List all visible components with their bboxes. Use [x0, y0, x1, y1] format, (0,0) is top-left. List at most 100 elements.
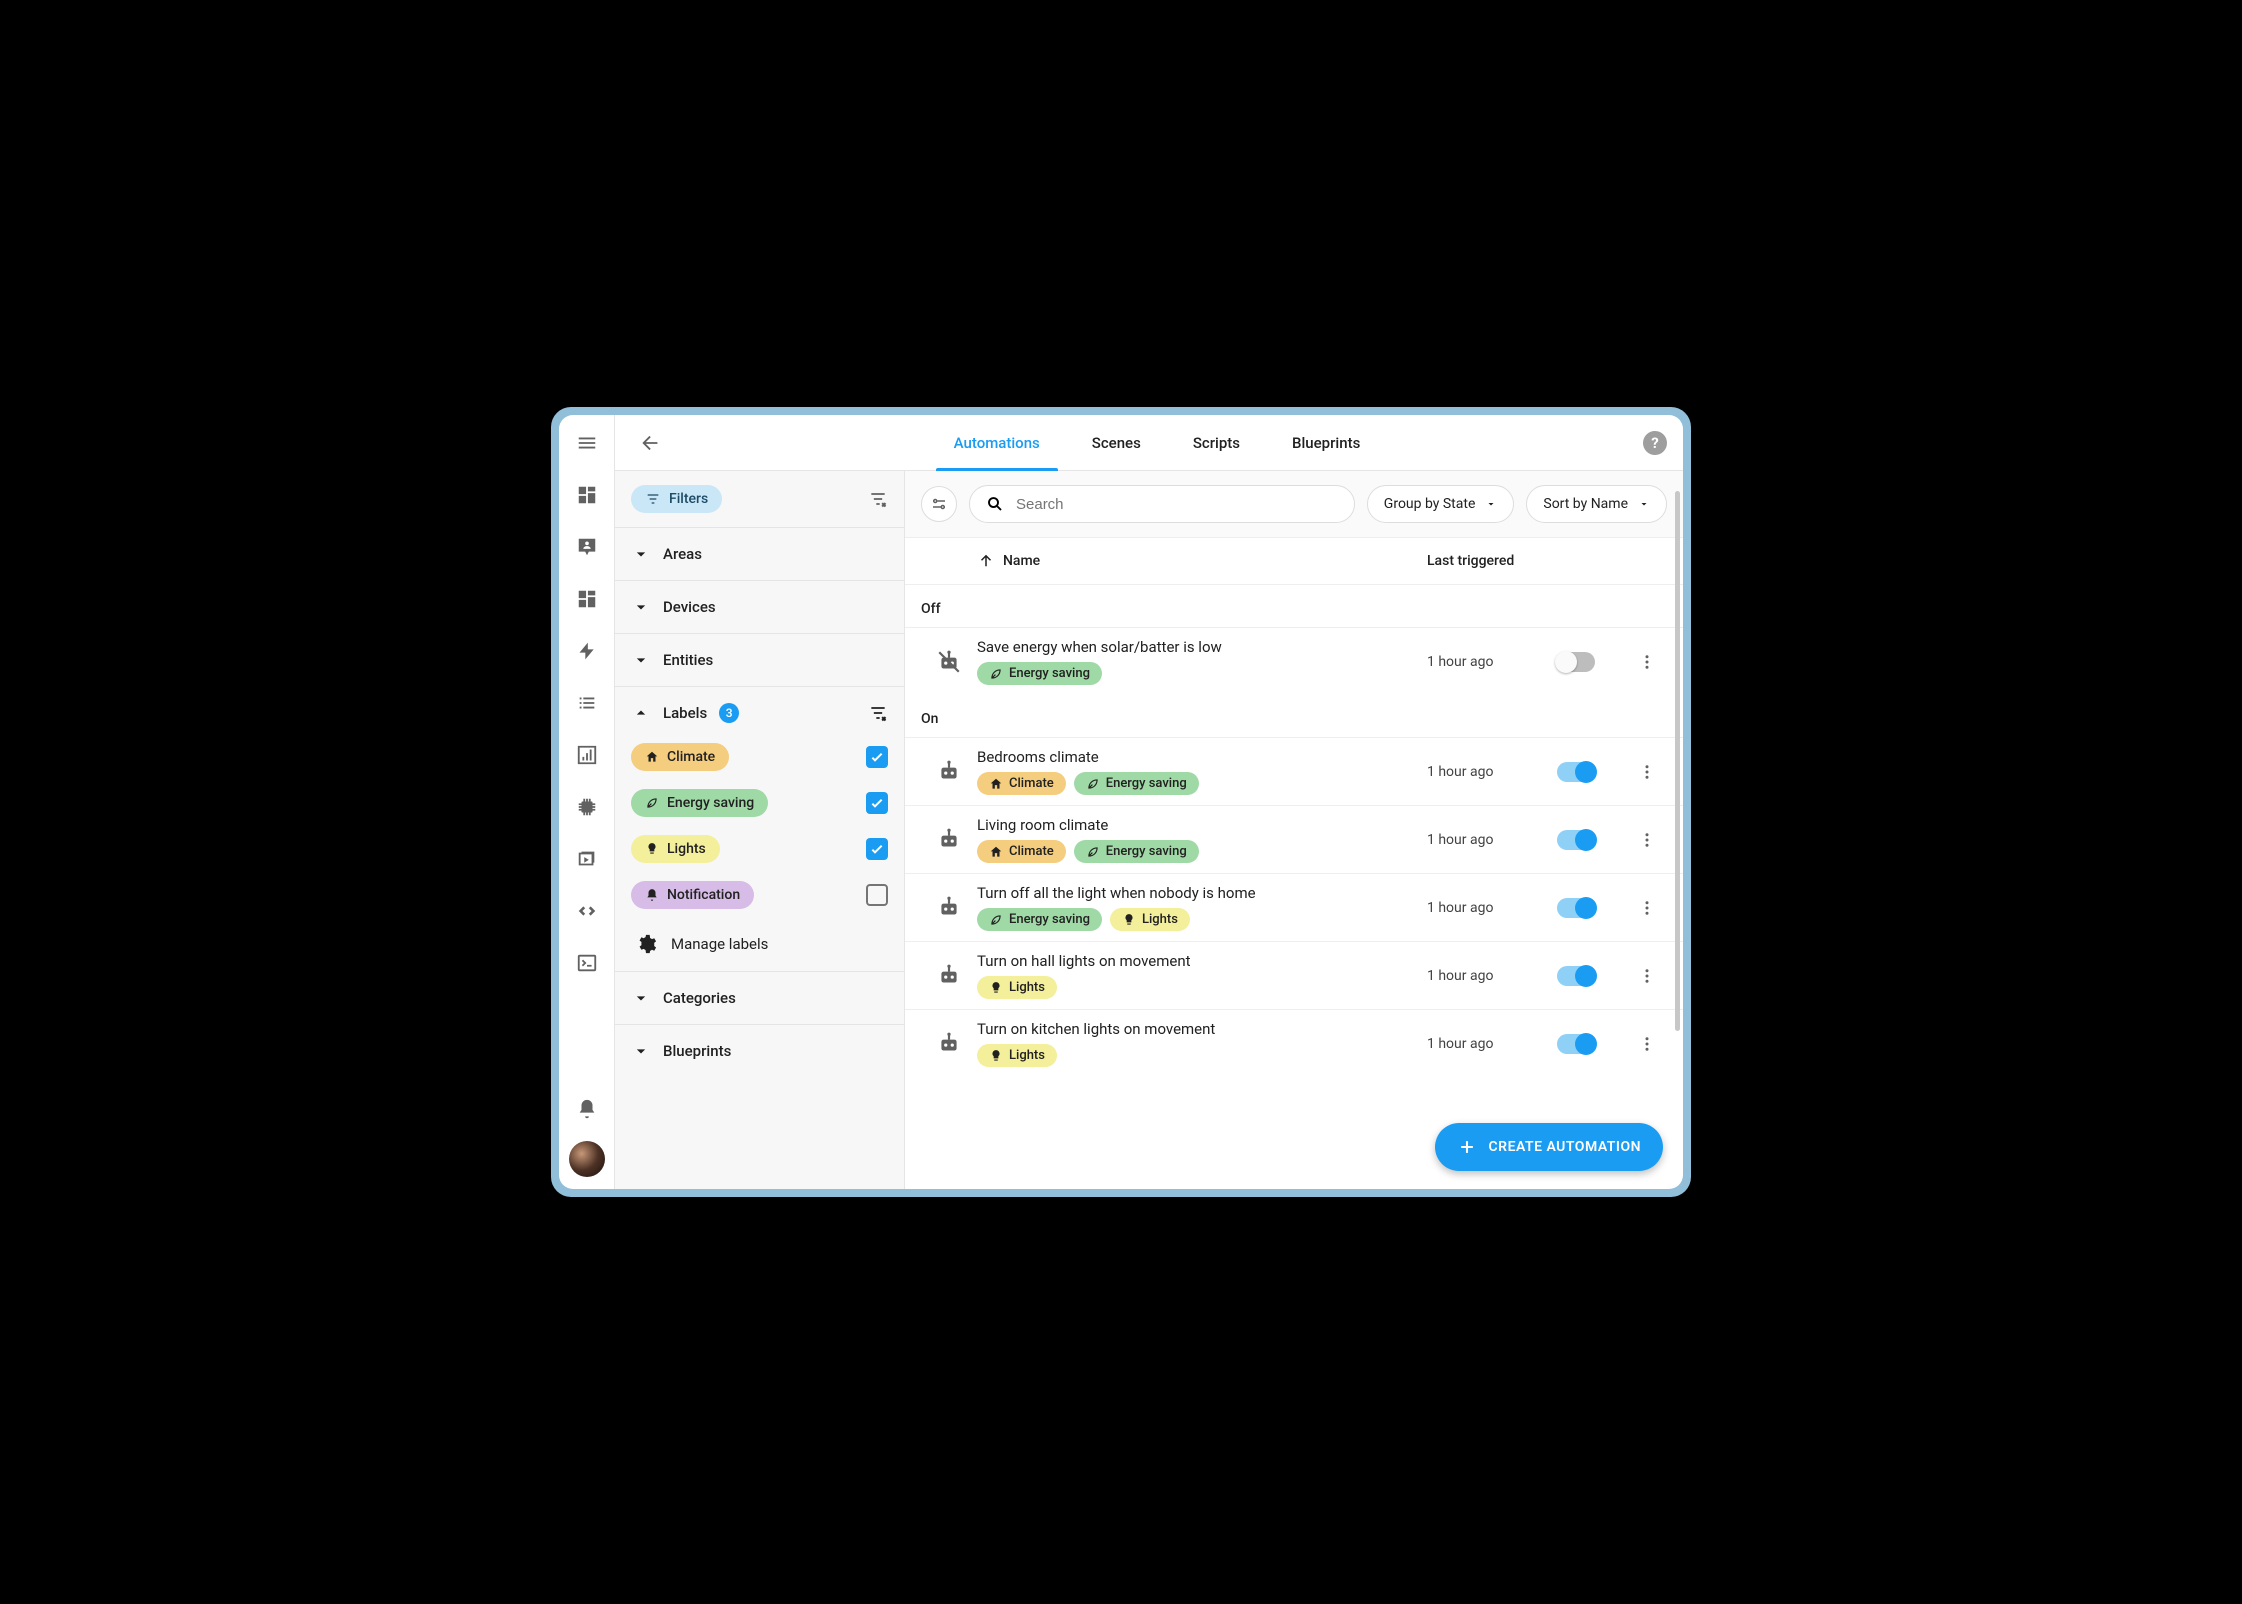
gear-icon	[635, 933, 657, 955]
label-pill: Energy saving	[977, 908, 1102, 931]
toggle[interactable]	[1557, 830, 1595, 850]
label-pill: Climate	[631, 743, 729, 771]
scrollbar[interactable]	[1675, 491, 1680, 1031]
table-row[interactable]: Turn on kitchen lights on movement Light…	[905, 1009, 1683, 1077]
bulb-icon	[989, 981, 1003, 995]
back-button[interactable]	[631, 423, 671, 463]
label-row[interactable]: Climate	[631, 743, 888, 771]
chevron-down-icon	[1485, 498, 1497, 510]
table-row[interactable]: Living room climate ClimateEnergy saving…	[905, 805, 1683, 873]
list-icon[interactable]	[567, 683, 607, 723]
dashboard-icon[interactable]	[567, 475, 607, 515]
toggle[interactable]	[1557, 898, 1595, 918]
chevron-down-icon	[631, 988, 651, 1008]
search-box[interactable]	[969, 485, 1355, 523]
bell-icon[interactable]	[567, 1089, 607, 1129]
toggle[interactable]	[1557, 652, 1595, 672]
clear-filters-icon[interactable]	[868, 489, 888, 509]
last-triggered: 1 hour ago	[1427, 968, 1557, 984]
clear-label-filters-icon[interactable]	[868, 703, 888, 723]
column-last-triggered[interactable]: Last triggered	[1427, 553, 1557, 569]
automation-name: Turn on hall lights on movement	[977, 952, 1427, 970]
leaf-icon	[989, 913, 1003, 927]
code-icon[interactable]	[567, 891, 607, 931]
section-devices[interactable]: Devices	[615, 580, 904, 633]
section-entities[interactable]: Entities	[615, 633, 904, 686]
more-icon[interactable]	[1627, 967, 1667, 985]
sort-by-select[interactable]: Sort by Name	[1526, 485, 1667, 523]
robot-icon	[921, 895, 977, 921]
label-row[interactable]: Lights	[631, 835, 888, 863]
group-header: Off	[905, 585, 1683, 627]
group-by-select[interactable]: Group by State	[1367, 485, 1515, 523]
chart-icon[interactable]	[567, 735, 607, 775]
table-header: Name Last triggered	[905, 538, 1683, 585]
terminal-icon[interactable]	[567, 943, 607, 983]
checkbox[interactable]	[866, 792, 888, 814]
tab-blueprints[interactable]: Blueprints	[1292, 415, 1360, 471]
bulb-icon	[1122, 913, 1136, 927]
label-pill: Energy saving	[631, 789, 768, 817]
content: Automations Scenes Scripts Blueprints ? …	[615, 415, 1683, 1189]
home-icon	[989, 845, 1003, 859]
table-row[interactable]: Turn on hall lights on movement Lights 1…	[905, 941, 1683, 1009]
leaf-icon	[645, 796, 659, 810]
label-pill: Climate	[977, 840, 1066, 863]
more-icon[interactable]	[1627, 899, 1667, 917]
filter-icon	[645, 491, 661, 507]
tab-scenes[interactable]: Scenes	[1092, 415, 1141, 471]
label-pill: Lights	[977, 976, 1057, 999]
toggle[interactable]	[1557, 762, 1595, 782]
tab-automations[interactable]: Automations	[954, 415, 1040, 471]
label-pill: Notification	[631, 881, 754, 909]
energy-icon[interactable]	[567, 631, 607, 671]
last-triggered: 1 hour ago	[1427, 900, 1557, 916]
more-icon[interactable]	[1627, 763, 1667, 781]
settings-icon[interactable]	[921, 486, 957, 522]
arrow-up-icon	[977, 552, 995, 570]
section-blueprints[interactable]: Blueprints	[615, 1024, 904, 1077]
section-areas[interactable]: Areas	[615, 527, 904, 580]
more-icon[interactable]	[1627, 831, 1667, 849]
checkbox[interactable]	[866, 838, 888, 860]
tab-scripts[interactable]: Scripts	[1193, 415, 1240, 471]
media-icon[interactable]	[567, 839, 607, 879]
filters-chip[interactable]: Filters	[631, 485, 722, 513]
last-triggered: 1 hour ago	[1427, 1036, 1557, 1052]
label-row[interactable]: Notification	[631, 881, 888, 909]
checkbox[interactable]	[866, 884, 888, 906]
manage-labels[interactable]: Manage labels	[615, 917, 904, 971]
robot-icon	[921, 649, 977, 675]
robot-icon	[921, 1031, 977, 1057]
more-icon[interactable]	[1627, 1035, 1667, 1053]
table-row[interactable]: Bedrooms climate ClimateEnergy saving 1 …	[905, 737, 1683, 805]
bulb-icon	[645, 842, 659, 856]
automation-name: Living room climate	[977, 816, 1427, 834]
plus-icon	[1457, 1137, 1477, 1157]
search-input[interactable]	[1016, 496, 1338, 513]
section-labels[interactable]: Labels 3	[615, 686, 904, 739]
column-name[interactable]: Name	[977, 552, 1427, 570]
toggle[interactable]	[1557, 1034, 1595, 1054]
create-automation-button[interactable]: CREATE AUTOMATION	[1435, 1123, 1663, 1171]
chip-icon[interactable]	[567, 787, 607, 827]
table-row[interactable]: Save energy when solar/batter is low Ene…	[905, 627, 1683, 695]
chevron-down-icon	[631, 597, 651, 617]
label-row[interactable]: Energy saving	[631, 789, 888, 817]
leaf-icon	[1086, 777, 1100, 791]
label-pill: Lights	[1110, 908, 1190, 931]
help-icon[interactable]: ?	[1643, 431, 1667, 455]
person-icon[interactable]	[567, 527, 607, 567]
toggle[interactable]	[1557, 966, 1595, 986]
chevron-down-icon	[1638, 498, 1650, 510]
grid-icon[interactable]	[567, 579, 607, 619]
checkbox[interactable]	[866, 746, 888, 768]
table-row[interactable]: Turn off all the light when nobody is ho…	[905, 873, 1683, 941]
section-categories[interactable]: Categories	[615, 971, 904, 1024]
avatar[interactable]	[569, 1141, 605, 1177]
menu-icon[interactable]	[567, 423, 607, 463]
main: Group by State Sort by Name Name Last tr…	[905, 471, 1683, 1189]
label-pill: Lights	[631, 835, 720, 863]
more-icon[interactable]	[1627, 653, 1667, 671]
chevron-up-icon	[631, 703, 651, 723]
